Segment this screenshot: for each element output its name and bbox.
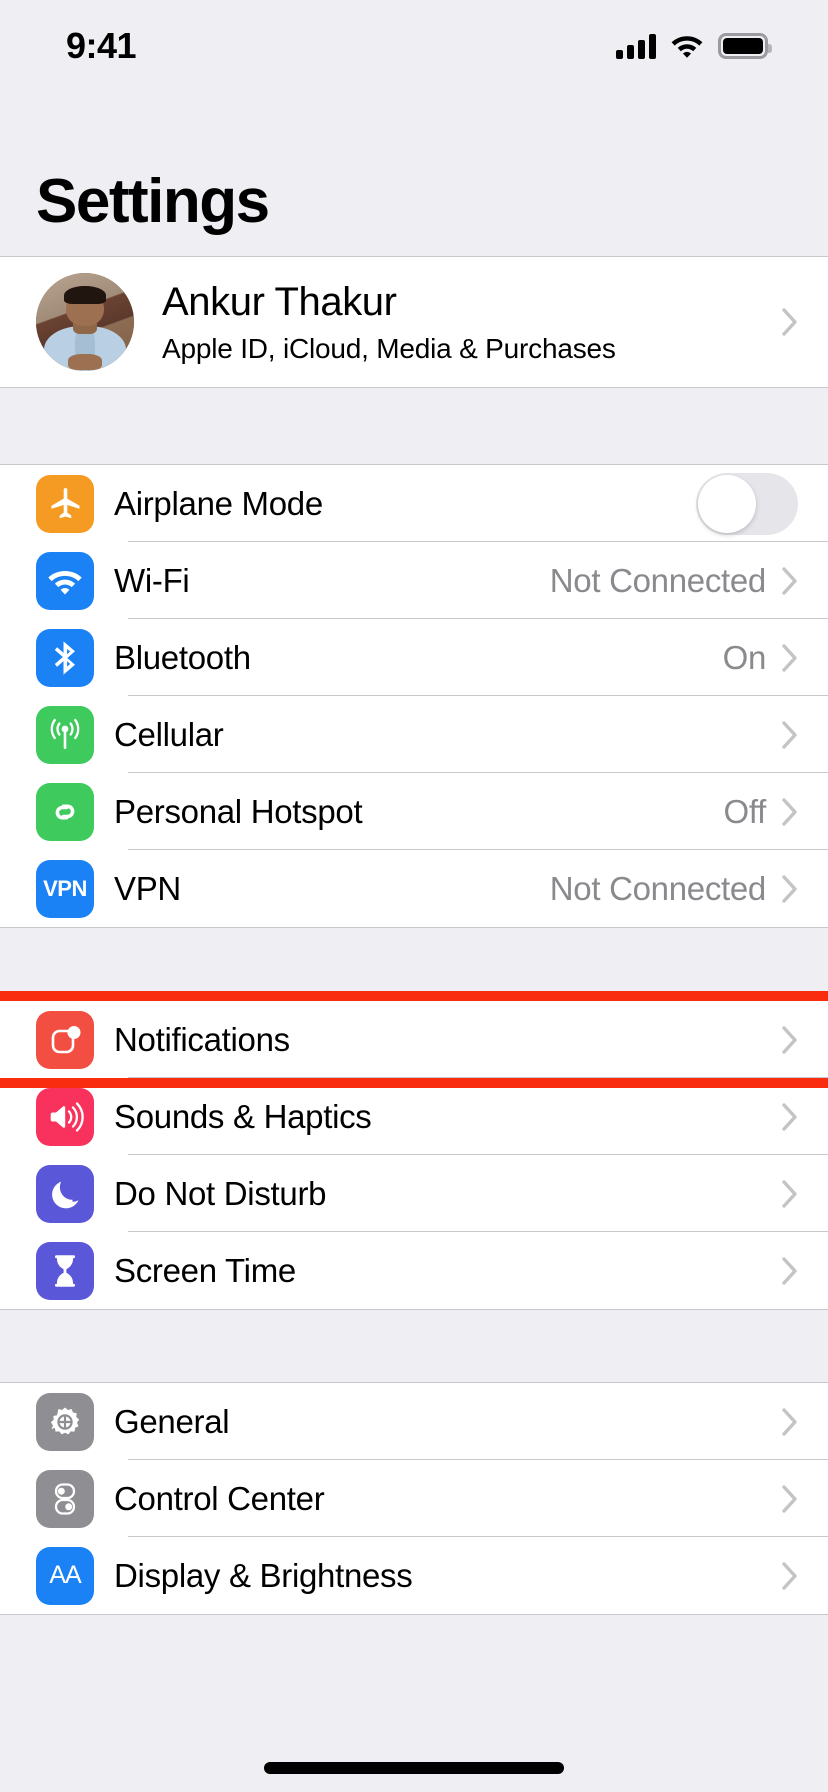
settings-row-label: Cellular [114, 715, 224, 753]
settings-row-label: General [114, 1402, 230, 1440]
settings-row-label: Sounds & Haptics [114, 1097, 372, 1135]
settings-row-accessory [782, 1102, 798, 1131]
airplane-icon [36, 474, 94, 533]
settings-row-accessory: Not Connected [550, 870, 798, 908]
system-group: General Control Center AA Display & Brightn… [0, 1382, 828, 1615]
notifications-group: Notifications Sounds & Haptics Do Not Dist… [0, 1000, 828, 1310]
cellular-signal-icon [616, 33, 656, 59]
settings-row-label: Personal Hotspot [114, 792, 363, 830]
settings-row-label: Do Not Disturb [114, 1174, 327, 1212]
status-bar-indicators [616, 33, 772, 59]
apple-id-text: Ankur Thakur Apple ID, iCloud, Media & P… [162, 280, 616, 365]
settings-row-accessory [782, 1561, 798, 1590]
settings-row-label: Display & Brightness [114, 1556, 413, 1594]
vpn-icon: VPN [36, 859, 94, 918]
iphone-settings-screen: 9:41 Settings Ankur Thakur Apple ID, iCl… [0, 0, 828, 1792]
chevron-right-icon [782, 874, 797, 903]
settings-row-display-and-brightness[interactable]: AA Display & Brightness [0, 1537, 828, 1614]
settings-row-accessory [782, 1025, 798, 1054]
settings-row-value: On [722, 638, 767, 676]
status-bar-time: 9:41 [66, 25, 137, 66]
section-gap-1 [0, 388, 828, 464]
settings-row-cellular[interactable]: Cellular [0, 696, 828, 773]
home-indicator[interactable] [264, 1762, 564, 1774]
settings-row-accessory: Not Connected [550, 562, 798, 600]
chevron-right-icon [782, 566, 797, 595]
apple-id-group: Ankur Thakur Apple ID, iCloud, Media & P… [0, 256, 828, 388]
avatar [36, 273, 134, 371]
status-bar: 9:41 [0, 0, 828, 92]
hourglass-icon [36, 1241, 94, 1300]
settings-row-accessory [696, 472, 798, 535]
settings-row-accessory [782, 1256, 798, 1285]
apple-id-accessory [782, 308, 798, 336]
settings-row-value: Not Connected [549, 869, 767, 907]
settings-row-label: VPN [114, 869, 181, 907]
settings-row-personal-hotspot[interactable]: Personal Hotspot Off [0, 773, 828, 850]
wifi-icon [36, 551, 94, 610]
settings-row-label: Control Center [114, 1479, 325, 1517]
chevron-right-icon [782, 797, 797, 826]
notifications-icon [36, 1010, 94, 1069]
settings-row-wi-fi[interactable]: Wi-Fi Not Connected [0, 542, 828, 619]
chevron-right-icon [782, 1179, 797, 1208]
chevron-right-icon [782, 1407, 797, 1436]
moon-icon [36, 1164, 94, 1223]
settings-row-sounds-and-haptics[interactable]: Sounds & Haptics [0, 1078, 828, 1155]
settings-row-label: Screen Time [114, 1251, 296, 1289]
connectivity-group: Airplane Mode Wi-Fi Not Connected Bluetooth… [0, 464, 828, 928]
section-gap-3 [0, 1310, 828, 1382]
cellular-antenna-icon [36, 705, 94, 764]
profile-name: Ankur Thakur [162, 279, 397, 324]
settings-row-label: Bluetooth [114, 638, 251, 676]
settings-row-accessory: On [723, 639, 798, 677]
settings-row-airplane-mode[interactable]: Airplane Mode [0, 465, 828, 542]
settings-row-bluetooth[interactable]: Bluetooth On [0, 619, 828, 696]
page-title: Settings [36, 167, 270, 236]
chevron-right-icon [782, 308, 797, 336]
settings-row-screen-time[interactable]: Screen Time [0, 1232, 828, 1309]
text-size-icon: AA [36, 1546, 94, 1605]
settings-row-accessory [782, 1484, 798, 1513]
settings-row-general[interactable]: General [0, 1383, 828, 1460]
settings-row-label: Airplane Mode [114, 484, 323, 522]
settings-row-value: Off [723, 792, 766, 830]
battery-full-icon [718, 33, 772, 59]
settings-row-do-not-disturb[interactable]: Do Not Disturb [0, 1155, 828, 1232]
settings-row-accessory [782, 1407, 798, 1436]
settings-row-control-center[interactable]: Control Center [0, 1460, 828, 1537]
chevron-right-icon [782, 1484, 797, 1513]
settings-row-notifications[interactable]: Notifications [0, 1001, 828, 1078]
speaker-icon [36, 1087, 94, 1146]
settings-row-label: Notifications [114, 1020, 290, 1058]
settings-row-vpn[interactable]: VPN VPN Not Connected [0, 850, 828, 927]
settings-row-accessory [782, 720, 798, 749]
airplane-mode-toggle[interactable] [696, 472, 798, 535]
chevron-right-icon [782, 643, 797, 672]
chevron-right-icon [782, 1256, 797, 1285]
chevron-right-icon [782, 1561, 797, 1590]
settings-row-label: Wi-Fi [114, 561, 190, 599]
gear-icon [36, 1392, 94, 1451]
wifi-icon [671, 36, 703, 58]
chevron-right-icon [782, 1102, 797, 1131]
settings-row-value: Not Connected [549, 561, 767, 599]
hotspot-link-icon [36, 782, 94, 841]
chevron-right-icon [782, 720, 797, 749]
apple-id-row[interactable]: Ankur Thakur Apple ID, iCloud, Media & P… [0, 257, 828, 387]
chevron-right-icon [782, 1025, 797, 1054]
control-center-icon [36, 1469, 94, 1528]
settings-row-accessory: Off [723, 793, 798, 831]
bluetooth-icon [36, 628, 94, 687]
section-gap-2 [0, 928, 828, 1000]
profile-subtitle: Apple ID, iCloud, Media & Purchases [162, 332, 616, 364]
settings-row-accessory [782, 1179, 798, 1208]
